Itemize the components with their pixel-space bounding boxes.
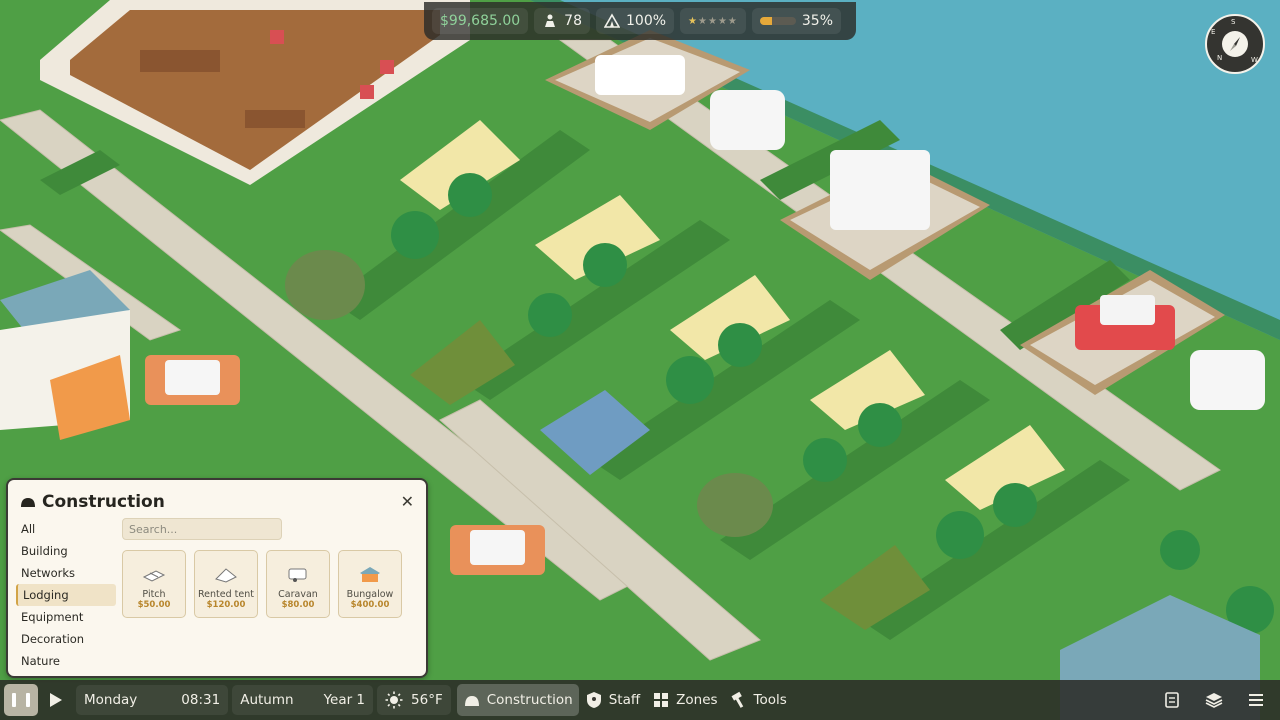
bungalow	[0, 270, 130, 440]
sun-icon	[385, 691, 403, 709]
guests-icon	[545, 14, 556, 27]
hammer-icon	[731, 691, 743, 708]
staff-icon	[586, 692, 601, 708]
play-icon	[50, 693, 62, 707]
star-icon: ★	[707, 15, 718, 27]
item-cards: Pitch $50.00 Rented tent $120.00 Caravan $80.…	[122, 550, 402, 618]
guests-display[interactable]: 78	[534, 8, 590, 34]
pause-button[interactable]	[4, 684, 38, 716]
rating-display[interactable]: ★★★★★	[680, 8, 746, 34]
progress-display[interactable]: 35%	[751, 8, 841, 34]
category-decoration[interactable]: Decoration	[16, 628, 116, 650]
tent-icon	[604, 13, 620, 28]
search-input[interactable]	[122, 518, 282, 540]
clipboard-icon	[1165, 692, 1179, 708]
compass-w: W	[1251, 56, 1258, 64]
category-lodging[interactable]: Lodging	[16, 584, 116, 606]
pitch-icon	[142, 570, 166, 582]
item-price: $50.00	[137, 600, 171, 610]
construction-icon	[464, 696, 479, 706]
day-label: Monday	[84, 692, 138, 708]
year-label: Year 1	[323, 692, 366, 708]
item-card-pitch[interactable]: Pitch $50.00	[122, 550, 186, 618]
construction-panel: Construction ✕ All Building Networks Lodgin…	[6, 478, 428, 678]
category-networks[interactable]: Networks	[16, 562, 116, 584]
stats-bar: $99,685.00 78 100% ★★★★★ 35%	[424, 2, 856, 40]
star-icon: ★	[698, 15, 708, 27]
panel-title: Construction	[42, 492, 165, 512]
item-name: Bungalow	[346, 589, 394, 600]
play-button[interactable]	[38, 684, 72, 716]
category-building[interactable]: Building	[16, 540, 116, 562]
time-label: 08:31	[181, 692, 221, 708]
bungalow-icon	[360, 567, 380, 582]
category-equipment[interactable]: Equipment	[16, 606, 116, 628]
compass-e: E	[1211, 28, 1216, 36]
weather: 56°F	[377, 685, 451, 715]
construction-button[interactable]: Construction	[456, 684, 579, 716]
progress-bar	[759, 17, 796, 25]
category-all[interactable]: All	[16, 518, 116, 540]
staff-button[interactable]: Staff	[579, 684, 646, 716]
layers-icon	[1205, 693, 1223, 708]
tools-button[interactable]: Tools	[724, 684, 793, 716]
capacity-display[interactable]: 100%	[596, 8, 675, 34]
zones-button[interactable]: Zones	[646, 684, 723, 716]
item-card-rented-tent[interactable]: Rented tent $120.00	[194, 550, 258, 618]
pause-icon	[12, 693, 16, 707]
bottom-bar: Monday 08:31 Autumn Year 1 56°F Construc…	[0, 680, 1280, 720]
tent-icon	[215, 568, 237, 583]
date-time: Monday 08:31	[76, 685, 229, 715]
item-name: Pitch	[142, 589, 166, 600]
item-name: Caravan	[278, 589, 318, 600]
layers-button[interactable]	[1196, 684, 1232, 716]
item-card-caravan[interactable]: Caravan $80.00	[266, 550, 330, 618]
category-list: All Building Networks Lodging Equipment Decor…	[16, 518, 116, 672]
objectives-button[interactable]	[1154, 684, 1190, 716]
hamburger-icon	[1249, 694, 1263, 706]
temperature-label: 56°F	[411, 692, 443, 708]
compass[interactable]: E S N W	[1205, 14, 1265, 74]
star-icon: ★	[688, 15, 698, 27]
construction-icon	[21, 498, 35, 507]
season-label: Autumn	[240, 692, 294, 708]
caravan-icon	[288, 568, 307, 582]
category-nature[interactable]: Nature	[16, 650, 116, 672]
item-price: $80.00	[281, 600, 315, 610]
star-icon: ★	[727, 15, 738, 27]
compass-s: S	[1231, 18, 1236, 26]
money-display[interactable]: $99,685.00	[432, 8, 529, 34]
star-rating: ★★★★★	[688, 16, 738, 27]
close-icon[interactable]: ✕	[401, 492, 414, 511]
item-price: $120.00	[206, 600, 246, 610]
zones-icon	[654, 693, 669, 707]
item-name: Rented tent	[198, 589, 254, 600]
compass-needle-icon	[1222, 31, 1248, 57]
item-card-bungalow[interactable]: Bungalow $400.00	[338, 550, 402, 618]
menu-button[interactable]	[1238, 684, 1274, 716]
item-price: $400.00	[350, 600, 390, 610]
season-year: Autumn Year 1	[232, 685, 374, 715]
star-icon: ★	[717, 15, 728, 27]
